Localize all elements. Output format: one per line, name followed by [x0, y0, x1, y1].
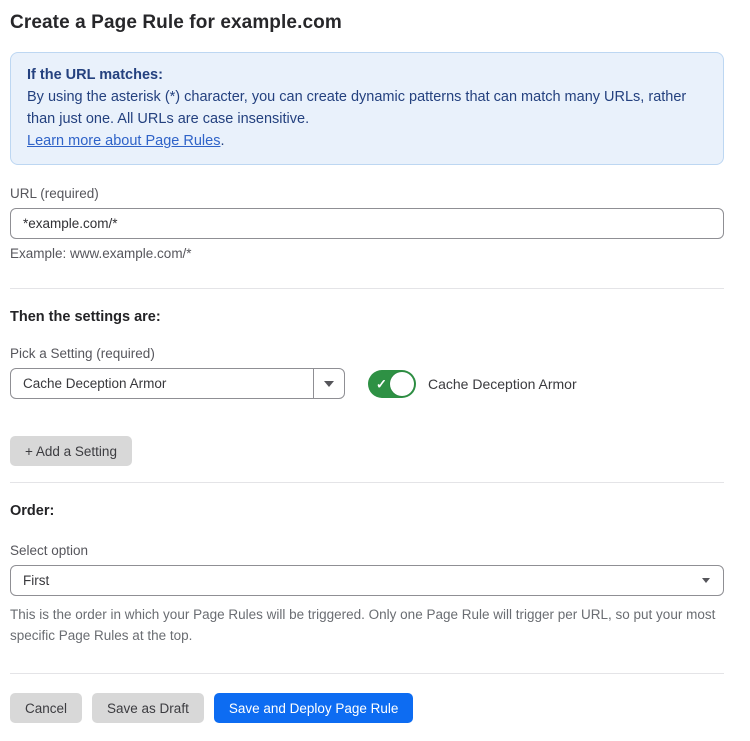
settings-section-heading: Then the settings are:: [10, 309, 724, 325]
toggle-label: Cache Deception Armor: [428, 376, 577, 392]
toggle-knob: [390, 372, 414, 396]
check-icon: ✓: [376, 377, 387, 390]
setting-select-arrow-button[interactable]: [313, 369, 344, 398]
add-setting-button[interactable]: + Add a Setting: [10, 436, 132, 466]
chevron-down-icon: [324, 381, 334, 387]
chevron-down-icon: [702, 578, 710, 583]
footer-buttons: Cancel Save as Draft Save and Deploy Pag…: [10, 693, 724, 723]
order-select-label: Select option: [10, 543, 724, 558]
page-title: Create a Page Rule for example.com: [10, 12, 724, 34]
create-page-rule-form: Create a Page Rule for example.com If th…: [0, 0, 750, 741]
url-field-helper: Example: www.example.com/*: [10, 246, 724, 261]
order-select-value: First: [11, 573, 702, 588]
link-suffix: .: [220, 133, 224, 149]
divider: [10, 482, 724, 483]
save-as-draft-button[interactable]: Save as Draft: [92, 693, 204, 723]
setting-picker-label: Pick a Setting (required): [10, 346, 724, 361]
order-select-arrow: [702, 578, 723, 583]
save-and-deploy-button[interactable]: Save and Deploy Page Rule: [214, 693, 414, 723]
url-input[interactable]: [10, 208, 724, 239]
order-section-heading: Order:: [10, 503, 724, 519]
setting-select-value: Cache Deception Armor: [11, 376, 313, 391]
cancel-button[interactable]: Cancel: [10, 693, 82, 723]
info-box-heading: If the URL matches:: [27, 64, 707, 86]
setting-row: Cache Deception Armor ✓ Cache Deception …: [10, 368, 724, 399]
setting-select[interactable]: Cache Deception Armor: [10, 368, 345, 399]
learn-more-link[interactable]: Learn more about Page Rules: [27, 133, 220, 149]
divider: [10, 673, 724, 674]
divider: [10, 288, 724, 289]
order-helper-text: This is the order in which your Page Rul…: [10, 604, 724, 646]
url-match-info-box: If the URL matches: By using the asteris…: [10, 52, 724, 165]
info-box-body: By using the asterisk (*) character, you…: [27, 86, 707, 130]
url-field-label: URL (required): [10, 186, 724, 201]
order-select[interactable]: First: [10, 565, 724, 596]
cache-deception-armor-toggle[interactable]: ✓: [368, 370, 416, 398]
info-box-link-line: Learn more about Page Rules.: [27, 130, 707, 152]
